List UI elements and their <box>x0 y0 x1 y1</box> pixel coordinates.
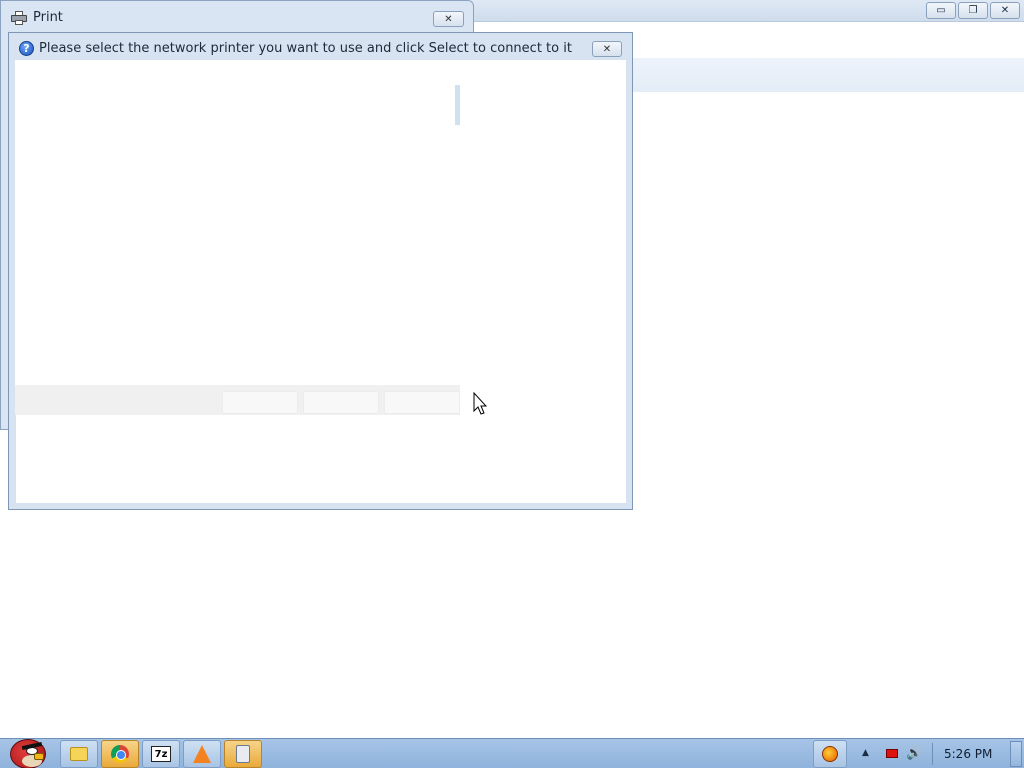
show-desktop-button[interactable] <box>1010 741 1022 767</box>
show-hidden-icons-button[interactable]: ▲ <box>862 748 869 758</box>
folder-icon <box>70 747 88 761</box>
system-clock[interactable]: 5:26 PM <box>944 747 992 761</box>
print-titlebar: Print <box>11 10 63 25</box>
taskbar-explorer[interactable] <box>60 740 98 768</box>
print-dialog-button-1[interactable] <box>222 391 298 414</box>
taskbar: 7z ▲ 🔊 5:26 PM <box>0 738 1024 768</box>
taskbar-vlc[interactable] <box>183 740 221 768</box>
print-dialog-body <box>15 60 460 385</box>
taskbar-chrome[interactable] <box>101 740 139 768</box>
print-dialog-button-3[interactable] <box>384 391 460 414</box>
taskbar-7zip[interactable]: 7z <box>142 740 180 768</box>
network-dialog-titlebar: ? Please select the network printer you … <box>9 33 632 61</box>
network-alert-icon[interactable] <box>886 749 898 758</box>
volume-icon[interactable]: 🔊 <box>906 746 922 761</box>
vlc-icon <box>193 745 211 763</box>
help-icon: ? <box>19 41 34 56</box>
window-controls: ▭ ❐ ✕ <box>926 2 1020 19</box>
minimize-button[interactable]: ▭ <box>926 2 956 19</box>
taskbar-firefox[interactable] <box>813 740 847 768</box>
tray-divider <box>932 743 933 765</box>
print-title-text: Print <box>33 10 63 25</box>
print-close-button[interactable]: ✕ <box>433 11 464 27</box>
close-button[interactable]: ✕ <box>990 2 1020 19</box>
firefox-icon <box>822 746 838 762</box>
calculator-icon <box>236 745 250 763</box>
taskbar-calculator[interactable] <box>224 740 262 768</box>
7zip-icon: 7z <box>151 746 171 762</box>
print-dialog-button-2[interactable] <box>303 391 379 414</box>
system-tray: ▲ 🔊 5:26 PM <box>852 739 1024 768</box>
background-titlebar: ▭ ❐ ✕ <box>470 0 1024 22</box>
network-dialog-title: Please select the network printer you wa… <box>39 41 572 56</box>
chrome-icon <box>111 745 129 763</box>
printer-icon <box>11 10 27 25</box>
restore-button[interactable]: ❐ <box>958 2 988 19</box>
start-button[interactable] <box>4 731 50 768</box>
mouse-cursor-icon <box>473 392 487 415</box>
print-dialog-scroll-strip <box>455 85 460 125</box>
network-dialog-close-button[interactable]: ✕ <box>592 41 622 57</box>
